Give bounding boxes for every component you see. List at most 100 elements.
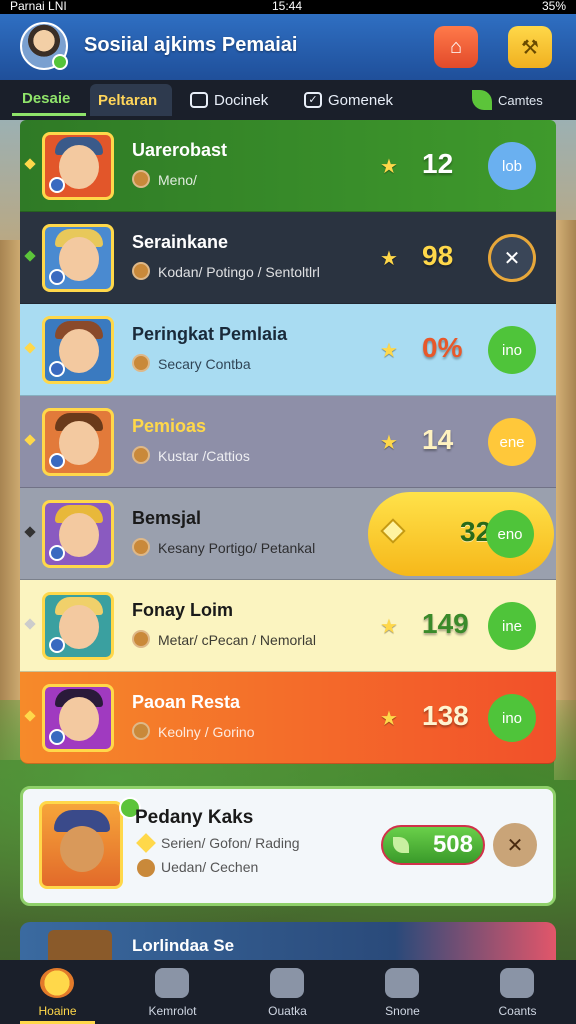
close-icon: ✕ <box>503 247 521 270</box>
chat-icon <box>500 968 534 998</box>
list-item[interactable]: Pemioas Kustar /Cattios ★ 14 ene <box>20 396 556 488</box>
rank-marker-icon <box>24 342 36 354</box>
list-item[interactable]: Fonay Loim Metar/ cPecan / Nemorlal ★ 14… <box>20 580 556 672</box>
bottom-nav: Hoaine Kemrolot Ouatka Snone Coants <box>0 960 576 1024</box>
leaf-icon <box>472 90 492 110</box>
status-time: 15:44 <box>272 0 303 13</box>
app-header: Sosiial ajkims Pemaiai ⌂ ⚒ <box>0 14 576 80</box>
row-action-button[interactable]: ino <box>488 694 536 742</box>
nav-item-kemrolot[interactable]: Kemrolot <box>115 960 230 1024</box>
player-name: Pemioas <box>132 416 207 436</box>
tab-gomenek[interactable]: ✓ Gomenek <box>304 84 414 116</box>
row-action-button[interactable]: eno <box>486 510 534 558</box>
tab-label: Peltaran <box>98 91 158 109</box>
player-avatar <box>42 316 114 384</box>
list-item[interactable]: Peringkat Pemlaia Secary Contba ★ 0% ino <box>20 304 556 396</box>
player-avatar <box>42 224 114 292</box>
player-detail: Metar/ cPecan / Nemorlal <box>158 632 316 648</box>
rank-marker-icon <box>24 618 36 630</box>
star-icon: ★ <box>380 248 398 270</box>
rank-marker-icon <box>24 434 36 446</box>
online-badge-icon <box>52 54 68 70</box>
guild-icon <box>132 354 150 372</box>
close-button[interactable]: ✕ <box>488 234 536 282</box>
rank-marker-icon <box>24 250 36 262</box>
player-avatar <box>42 500 114 568</box>
player-avatar <box>42 592 114 660</box>
nav-label: Snone <box>385 1004 420 1018</box>
cards-icon <box>155 968 189 998</box>
tab-label: Desaie <box>22 90 71 107</box>
player-detail: Serien/ Gofon/ Rading <box>161 835 300 851</box>
tab-label: Docinek <box>214 91 269 109</box>
player-detail-secondary: Uedan/ Cechen <box>161 859 259 875</box>
row-action-button[interactable]: ino <box>488 326 536 374</box>
rank-marker-icon <box>24 710 36 722</box>
nav-item-home[interactable]: Hoaine <box>0 960 115 1024</box>
status-battery: 35% <box>541 0 566 13</box>
player-score: 14 <box>422 424 454 455</box>
player-detail: Kustar /Cattios <box>158 448 250 464</box>
gem-icon <box>136 833 156 853</box>
guild-icon <box>132 170 150 188</box>
guild-icon <box>132 538 150 556</box>
nav-item-ouatka[interactable]: Ouatka <box>230 960 345 1024</box>
notifications-button[interactable]: ⌂ <box>434 26 478 68</box>
close-icon: ✕ <box>506 834 524 857</box>
player-name: Fonay Loim <box>132 600 234 620</box>
status-carrier: Parnai LNI <box>10 0 67 13</box>
list-item[interactable]: Serainkane Kodan/ Potingo / Sentoltlrl ★… <box>20 212 556 304</box>
featured-player-card[interactable]: Pedany Kaks Serien/ Gofon/ Rading Uedan/… <box>20 786 556 906</box>
tab-label: Camtes <box>498 92 543 108</box>
player-detail: Meno/ <box>158 172 197 188</box>
list-item[interactable]: Uarerobast Meno/ ★ 12 lob <box>20 120 556 212</box>
player-name: Paoan Resta <box>132 692 241 712</box>
player-detail: Keolny / Gorino <box>158 724 255 740</box>
star-icon: ★ <box>380 156 398 178</box>
background-wall-right <box>554 220 576 780</box>
tab-bar: Desaie Peltaran Docinek ✓ Gomenek Camtes <box>0 80 576 120</box>
nav-item-snone[interactable]: Snone <box>345 960 460 1024</box>
checkbox-icon: ✓ <box>304 92 322 108</box>
tab-docinek[interactable]: Docinek <box>190 84 286 116</box>
player-avatar <box>39 801 123 889</box>
player-detail: Kesany Portigo/ Petankal <box>158 540 316 556</box>
player-score: 0% <box>422 332 463 363</box>
guild-icon <box>132 722 150 740</box>
tab-peltaran[interactable]: Peltaran <box>90 84 172 116</box>
guild-icon <box>137 859 155 877</box>
row-action-button[interactable]: ine <box>488 602 536 650</box>
tab-desaie[interactable]: Desaie <box>12 84 86 116</box>
guild-icon <box>132 262 150 280</box>
player-name: Serainkane <box>132 232 229 252</box>
player-score: 12 <box>422 148 454 179</box>
player-detail: Kodan/ Potingo / Sentoltlrl <box>158 264 320 280</box>
status-bar: Parnai LNI 15:44 35% <box>0 0 576 14</box>
guild-icon <box>132 630 150 648</box>
player-score: 508 <box>432 831 473 858</box>
bell-icon: ⌂ <box>449 35 463 58</box>
menu-button[interactable]: ⚒ <box>508 26 552 68</box>
nav-label: Kemrolot <box>148 1004 197 1018</box>
player-avatar <box>42 408 114 476</box>
star-icon: ★ <box>380 340 398 362</box>
star-icon: ★ <box>380 432 398 454</box>
home-icon <box>40 968 74 998</box>
tab-label: Gomenek <box>328 91 394 109</box>
page-title: Sosiial ajkims Pemaiai <box>84 34 298 56</box>
shop-icon <box>385 968 419 998</box>
player-name: Bemsjal <box>132 508 202 528</box>
player-name: Peringkat Pemlaia <box>132 324 288 344</box>
player-name: Pedany Kaks <box>135 807 254 828</box>
friends-icon <box>270 968 304 998</box>
row-action-button[interactable]: lob <box>488 142 536 190</box>
row-action-button[interactable]: ene <box>488 418 536 466</box>
player-avatar <box>42 684 114 752</box>
tab-camtes[interactable]: Camtes <box>472 84 572 116</box>
nav-item-coants[interactable]: Coants <box>460 960 575 1024</box>
star-icon: ★ <box>380 616 398 638</box>
dismiss-button[interactable]: ✕ <box>493 823 537 867</box>
list-item[interactable]: Paoan Resta Keolny / Gorino ★ 138 ino <box>20 672 556 764</box>
list-item[interactable]: Bemsjal Kesany Portigo/ Petankal 32 eno <box>20 488 556 580</box>
player-score: 138 <box>422 700 469 731</box>
